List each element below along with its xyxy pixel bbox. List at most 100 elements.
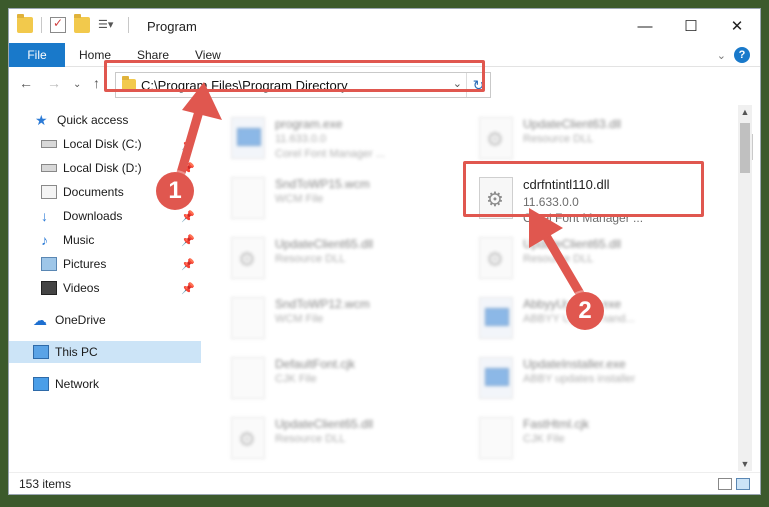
dll-file-icon xyxy=(231,237,265,279)
sidebar-item-network[interactable]: Network xyxy=(9,373,201,395)
pin-icon[interactable]: 📌 xyxy=(181,210,195,223)
sidebar-item-pictures[interactable]: Pictures 📌 xyxy=(9,253,201,275)
maximize-button[interactable]: ☐ xyxy=(668,9,714,43)
drive-icon xyxy=(41,140,57,148)
file-name: UpdateClient65.dll xyxy=(275,417,374,431)
help-icon[interactable]: ? xyxy=(734,47,750,63)
dll-file-icon xyxy=(479,237,513,279)
status-bar: 153 items xyxy=(9,472,760,494)
file-item[interactable]: DefaultFont.cjk CJK File xyxy=(209,351,449,409)
file-name: UpdateClient63.dll xyxy=(523,117,622,131)
tab-file[interactable]: File xyxy=(9,43,65,67)
ribbon-right-controls: ⌄ ? xyxy=(717,47,750,63)
window-title: Program xyxy=(147,19,197,34)
back-arrow-icon[interactable]: ← xyxy=(19,75,33,91)
videos-icon xyxy=(41,281,57,295)
sidebar-item-label: Documents xyxy=(63,185,124,199)
scroll-thumb[interactable] xyxy=(740,123,750,173)
downloads-icon: ↓ xyxy=(41,208,48,224)
file-icon xyxy=(479,417,513,459)
window-controls: — ☐ ✕ xyxy=(622,9,760,43)
sidebar-item-onedrive[interactable]: ☁ OneDrive xyxy=(9,309,201,331)
file-name: DefaultFont.cjk xyxy=(275,357,356,371)
file-detail: ABBY updates installer xyxy=(523,373,636,385)
exe-file-icon xyxy=(479,297,513,339)
computer-icon xyxy=(33,345,49,359)
pictures-icon xyxy=(41,257,57,271)
forward-arrow-icon[interactable]: → xyxy=(47,75,61,91)
sidebar-item-music[interactable]: ♪ Music 📌 xyxy=(9,229,201,251)
onedrive-icon: ☁ xyxy=(33,312,47,328)
step-2-badge: 2 xyxy=(566,292,604,330)
file-name: SndToWP15.wcm xyxy=(275,177,370,191)
sidebar-item-label: Pictures xyxy=(63,257,107,271)
sidebar-item-label: Videos xyxy=(63,281,100,295)
file-description: Corel Font Manager ... xyxy=(275,148,386,160)
sidebar-item-label: Downloads xyxy=(63,209,123,223)
scroll-down-icon[interactable]: ▼ xyxy=(738,457,752,471)
file-icon xyxy=(231,297,265,339)
minimize-button[interactable]: — xyxy=(622,9,668,43)
file-item[interactable]: FastHtml.cjk CJK File xyxy=(457,411,697,469)
file-icon xyxy=(231,177,265,219)
pin-icon[interactable]: 📌 xyxy=(181,234,195,247)
file-list: program.exe 11.633.0.0 Corel Font Manage… xyxy=(209,105,739,471)
file-item[interactable]: UpdateClient65.dll Resource DLL xyxy=(209,411,449,469)
sidebar-item-label: Network xyxy=(55,377,100,391)
pin-icon[interactable]: 📌 xyxy=(181,282,195,295)
file-name: SndToWP12.wcm xyxy=(275,297,370,311)
sidebar-item-label: This PC xyxy=(55,345,98,359)
sidebar-item-this-pc[interactable]: This PC xyxy=(9,341,201,363)
exe-file-icon xyxy=(479,357,513,399)
file-detail: CJK File xyxy=(275,373,317,385)
exe-file-icon xyxy=(231,117,265,159)
file-detail: Resource DLL xyxy=(275,433,346,445)
sidebar-item-label: Local Disk (D:) xyxy=(63,161,142,175)
network-icon xyxy=(33,377,49,391)
file-item[interactable]: SndToWP12.wcm WCM File xyxy=(209,291,449,349)
view-toggle xyxy=(718,478,750,490)
file-name: FastHtml.cjk xyxy=(523,417,589,431)
properties-icon[interactable] xyxy=(50,16,66,33)
item-count: 153 items xyxy=(19,477,72,491)
pin-icon[interactable]: 📌 xyxy=(181,258,195,271)
recent-locations-icon[interactable]: ⌄ xyxy=(73,79,81,90)
sidebar-item-label: Music xyxy=(63,233,95,247)
sidebar-item-label: OneDrive xyxy=(55,313,106,327)
file-item[interactable]: program.exe 11.633.0.0 Corel Font Manage… xyxy=(209,111,449,169)
drive-icon xyxy=(41,164,57,172)
file-name: UpdateInstaller.exe xyxy=(523,357,626,371)
toolbar-divider xyxy=(128,17,129,33)
toolbar-divider xyxy=(41,17,42,33)
dll-file-icon xyxy=(479,117,513,159)
file-item[interactable]: UpdateClient65.dll Resource DLL xyxy=(209,231,449,289)
file-item[interactable]: UpdateInstaller.exe ABBY updates install… xyxy=(457,351,697,409)
file-name: UpdateClient65.dll xyxy=(275,237,374,251)
title-bar: ☰▾ Program — ☐ ✕ xyxy=(9,9,760,43)
sidebar-item-videos[interactable]: Videos 📌 xyxy=(9,277,201,299)
step-1-badge: 1 xyxy=(156,172,194,210)
file-detail: 11.633.0.0 xyxy=(275,133,327,145)
sidebar-item-label: Quick access xyxy=(57,113,129,127)
file-icon xyxy=(231,357,265,399)
tiles-view-icon[interactable] xyxy=(736,478,750,490)
expand-ribbon-icon[interactable]: ⌄ xyxy=(717,49,726,62)
file-detail: CJK File xyxy=(523,433,565,445)
file-item[interactable]: SndToWP15.wcm WCM File xyxy=(209,171,449,229)
file-name: program.exe xyxy=(275,117,343,131)
file-detail: Resource DLL xyxy=(523,133,594,145)
quick-access-toolbar: ☰▾ xyxy=(17,14,129,33)
dll-file-icon xyxy=(231,417,265,459)
new-folder-icon[interactable] xyxy=(74,14,90,33)
file-detail: WCM File xyxy=(275,313,324,325)
music-icon: ♪ xyxy=(41,232,48,248)
documents-icon xyxy=(41,185,57,199)
customize-toolbar-icon[interactable]: ☰▾ xyxy=(98,17,120,33)
vertical-scrollbar[interactable]: ▲ ▼ xyxy=(738,105,752,471)
sidebar-item-label: Local Disk (C:) xyxy=(63,137,142,151)
scroll-up-icon[interactable]: ▲ xyxy=(738,105,752,119)
close-button[interactable]: ✕ xyxy=(714,9,760,43)
up-arrow-icon[interactable]: ↑ xyxy=(93,75,100,91)
details-view-icon[interactable] xyxy=(718,478,732,490)
star-icon: ★ xyxy=(35,112,48,128)
